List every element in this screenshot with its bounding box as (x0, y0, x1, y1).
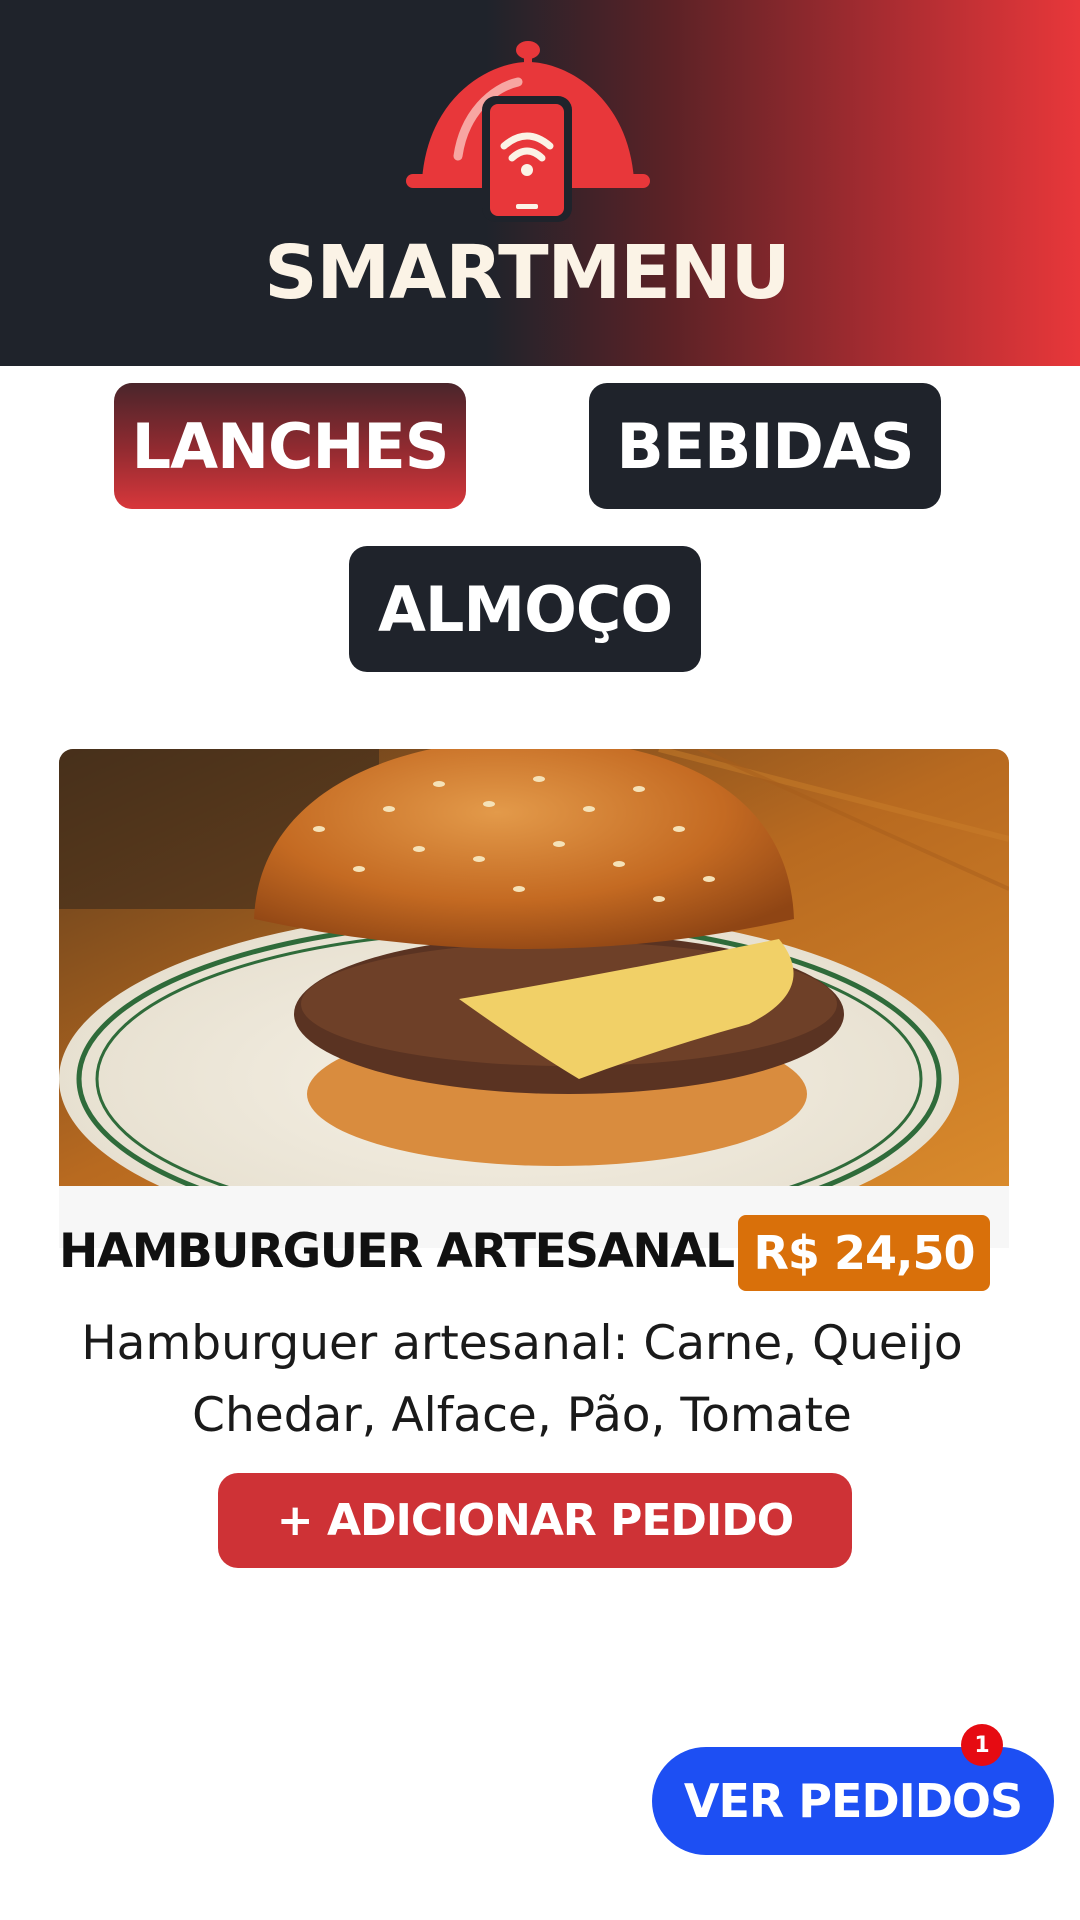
category-lanches-button[interactable]: LANCHES (114, 383, 466, 509)
category-bebidas-button[interactable]: BEBIDAS (589, 383, 941, 509)
item-name: HAMBURGUER ARTESANAL (59, 1224, 735, 1279)
category-almoco-button[interactable]: ALMOÇO (349, 546, 701, 672)
brand-title: SMARTMENU (264, 230, 791, 316)
cloche-phone-wifi-icon (406, 41, 650, 222)
view-orders-button[interactable]: VER PEDIDOS (652, 1747, 1054, 1855)
add-to-order-button[interactable]: + ADICIONAR PEDIDO (218, 1473, 852, 1568)
orders-count-badge: 1 (961, 1724, 1003, 1766)
price-badge: R$ 24,50 (738, 1215, 990, 1291)
item-description: Hamburguer artesanal: Carne, Queijo Ched… (81, 1316, 963, 1443)
app-header: SMARTMENU (0, 0, 1080, 366)
burger-photo (59, 749, 1009, 1186)
